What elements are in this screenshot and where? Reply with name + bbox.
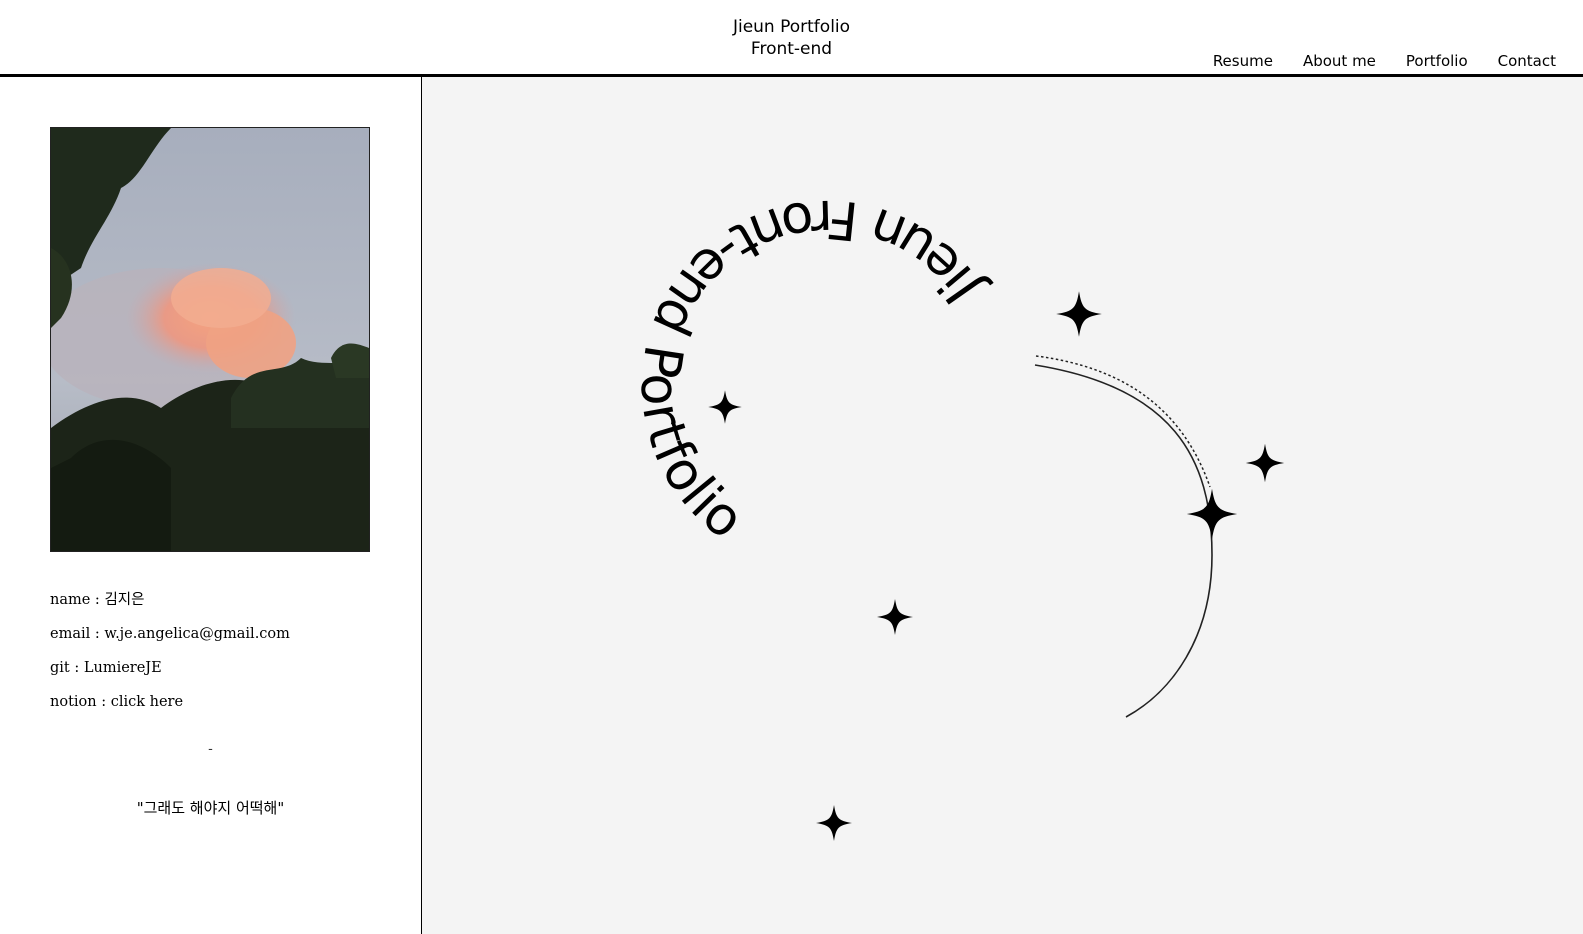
notion-link[interactable]: click here bbox=[111, 694, 183, 710]
circle-text-path: Jieun Front-end Portfolio bbox=[629, 188, 995, 552]
notion-key: notion bbox=[50, 694, 97, 710]
email-value: w.je.angelica@gmail.com bbox=[104, 626, 290, 642]
main-nav: Resume About me Portfolio Contact bbox=[1213, 52, 1556, 70]
profile-sidebar: name : 김지은 email : w.je.angelica@gmail.c… bbox=[0, 77, 422, 934]
circular-logo: Jieun Front-end Portfolio bbox=[629, 188, 1285, 841]
profile-info: name : 김지은 email : w.je.angelica@gmail.c… bbox=[50, 589, 290, 725]
nav-contact-link[interactable]: Contact bbox=[1498, 52, 1556, 70]
notion-sep: : bbox=[96, 694, 111, 710]
motto-quote: "그래도 해야지 어떡해" bbox=[136, 799, 285, 817]
sparkle-icon bbox=[877, 599, 913, 635]
sparkle-icon bbox=[708, 390, 742, 424]
name-row: name : 김지은 bbox=[50, 589, 290, 623]
email-row: email : w.je.angelica@gmail.com bbox=[50, 623, 290, 657]
git-sep: : bbox=[69, 660, 84, 676]
notion-row: notion : click here bbox=[50, 691, 290, 725]
nav-portfolio-link[interactable]: Portfolio bbox=[1406, 52, 1468, 70]
site-header: Jieun Portfolio Front-end Resume About m… bbox=[0, 0, 1583, 77]
git-key: git bbox=[50, 660, 70, 676]
email-key: email bbox=[50, 626, 91, 642]
name-value: 김지은 bbox=[104, 592, 145, 608]
circle-text: Jieun Front-end Portfolio bbox=[629, 188, 996, 552]
git-row: git : LumiereJE bbox=[50, 657, 290, 691]
hero-area: Jieun Front-end Portfolio bbox=[422, 77, 1583, 934]
email-sep: : bbox=[90, 626, 105, 642]
ring-dotted-arc bbox=[1035, 355, 1211, 488]
profile-photo bbox=[50, 127, 370, 552]
sparkle-icon bbox=[816, 805, 852, 841]
name-sep: : bbox=[90, 592, 105, 608]
name-key: name bbox=[50, 592, 91, 608]
divider: - bbox=[208, 742, 213, 757]
sparkle-icon bbox=[1245, 443, 1285, 483]
sparkle-icon bbox=[1056, 291, 1102, 337]
site-title-line1: Jieun Portfolio bbox=[732, 17, 851, 37]
sunset-clouds-trees-photo bbox=[51, 128, 369, 551]
nav-resume-link[interactable]: Resume bbox=[1213, 52, 1273, 70]
git-link[interactable]: LumiereJE bbox=[84, 660, 162, 676]
nav-about-link[interactable]: About me bbox=[1303, 52, 1376, 70]
sparkle-icon bbox=[1186, 488, 1238, 540]
ring-arc bbox=[1034, 364, 1213, 718]
